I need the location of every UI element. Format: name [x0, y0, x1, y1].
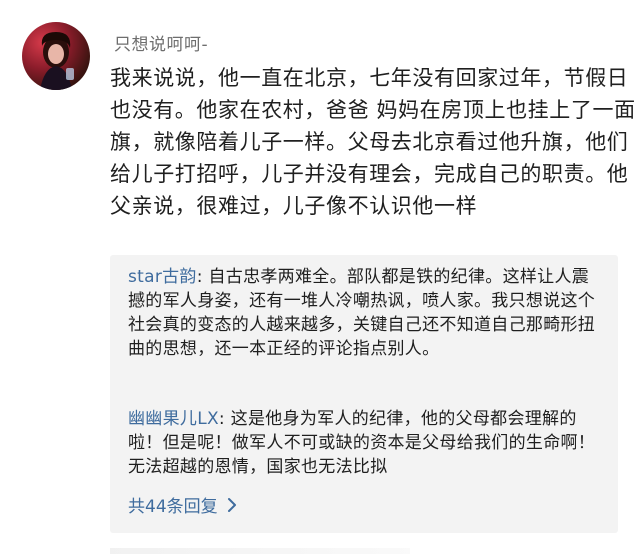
reply-separator: : [196, 267, 209, 287]
reply-item: star古韵: 自古忠孝两难全。部队都是铁的纪律。这样让人震撼的军人身姿，还有一… [128, 265, 606, 361]
comment-thread: 只想说呵呵- 我来说说，他一直在北京，七年没有回家过年，节假日也没有。他家在农村… [0, 0, 640, 554]
comment-body: 我来说说，他一直在北京，七年没有回家过年，节假日也没有。他家在农村，爸爸 妈妈在… [110, 66, 636, 218]
next-comment-edge [110, 548, 410, 554]
reply-username[interactable]: star古韵 [128, 267, 197, 287]
user-avatar[interactable] [22, 22, 90, 90]
comment-username[interactable]: 只想说呵呵- [114, 30, 208, 55]
view-all-replies-link[interactable]: 共44条回复 [128, 492, 238, 517]
avatar-image [40, 32, 74, 90]
reply-item: 幽幽果儿LX: 这是他身为军人的纪律，他的父母都会理解的啦！但是呢！做军人不可或… [128, 407, 606, 479]
reply-separator: : [218, 409, 231, 429]
reply-username[interactable]: 幽幽果儿LX [128, 409, 219, 429]
chevron-right-icon [226, 497, 238, 513]
more-replies-label: 共44条回复 [128, 497, 218, 517]
reply-container: star古韵: 自古忠孝两难全。部队都是铁的纪律。这样让人震撼的军人身姿，还有一… [110, 255, 618, 533]
